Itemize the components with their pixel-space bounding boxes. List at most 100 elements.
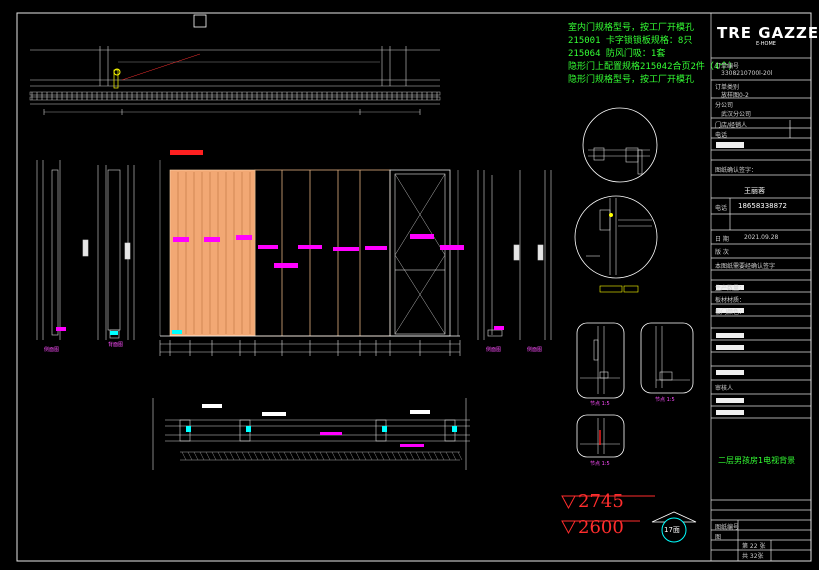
drawing-line bbox=[439, 451, 445, 461]
left-side-views bbox=[36, 160, 135, 340]
section-badge-label: 17面 bbox=[664, 526, 680, 534]
drawing-line bbox=[325, 451, 331, 461]
drawing-line bbox=[379, 451, 385, 461]
date-label: 日 期 bbox=[715, 236, 729, 243]
store-label: 门店/经销人 bbox=[715, 122, 748, 129]
drawing-line bbox=[193, 451, 199, 461]
drawing-line bbox=[199, 451, 205, 461]
drawing-line bbox=[349, 451, 355, 461]
audit-label: 审核人 bbox=[715, 385, 734, 392]
detail-box-1 bbox=[576, 322, 625, 399]
phone-label: 电话 bbox=[715, 132, 728, 139]
detail-label-2: 节点 1:5 bbox=[655, 397, 675, 403]
version-label: 版 次 bbox=[715, 249, 729, 256]
order-value: 3308210700l-20l bbox=[721, 70, 773, 77]
confirm-label: 图纸确认签字： bbox=[715, 167, 758, 174]
total-label: 共 32张 bbox=[742, 553, 764, 560]
detail-circle-2-tag-b bbox=[623, 285, 639, 293]
view-label-right-side-2: 侧面图 bbox=[527, 347, 543, 353]
detail-circle-1-content bbox=[588, 147, 650, 175]
drawing-line bbox=[235, 451, 241, 461]
right-magenta-tag bbox=[494, 326, 504, 330]
level-2600: 2600 bbox=[578, 517, 624, 538]
drawing-line bbox=[229, 451, 235, 461]
logo: TRE GAZZE bbox=[717, 24, 819, 42]
detail-circle-2-marker bbox=[609, 213, 613, 217]
drawing-line bbox=[355, 451, 361, 461]
drawing-line bbox=[415, 451, 421, 461]
drawing-line bbox=[457, 451, 463, 461]
drawing-line bbox=[367, 451, 373, 461]
drawing-line bbox=[301, 451, 307, 461]
drawing-line bbox=[313, 451, 319, 461]
drawing-line bbox=[253, 451, 259, 461]
title-block-fills bbox=[716, 142, 744, 415]
company-value: 武汉分公司 bbox=[721, 111, 752, 118]
drawing-line bbox=[427, 451, 433, 461]
detail-circle-1 bbox=[582, 107, 658, 183]
detail-label-3: 节点 1:5 bbox=[590, 461, 610, 467]
note-line-2: 215001 卡字锁锁板规格：8只 bbox=[568, 36, 693, 46]
notice-value: 本图纸需要经确认签字 bbox=[715, 263, 776, 270]
bottom-plan-hatch bbox=[181, 451, 463, 461]
customer-value: 放样图0-2 bbox=[721, 92, 749, 99]
drawing-line bbox=[343, 451, 349, 461]
designer-value: 王丽蓉 bbox=[744, 187, 765, 195]
drawing-line bbox=[445, 451, 451, 461]
drawing-line bbox=[391, 451, 397, 461]
drawing-line bbox=[211, 451, 217, 461]
drawing-line bbox=[289, 451, 295, 461]
drawing-line bbox=[187, 451, 193, 461]
drawing-line bbox=[247, 451, 253, 461]
order-label: 订单编号 bbox=[715, 63, 740, 70]
material-label: 板材材质： bbox=[715, 297, 746, 304]
drawing-line bbox=[259, 451, 265, 461]
production-label: 生产数量： bbox=[715, 285, 746, 292]
right-side-views bbox=[477, 170, 552, 340]
drawing-line bbox=[361, 451, 367, 461]
drawing-line bbox=[409, 451, 415, 461]
color-label: 板门颜色： bbox=[715, 309, 746, 316]
drawing-line bbox=[403, 451, 409, 461]
note-line-3: 215064 防风门吸：1套 bbox=[568, 49, 666, 59]
detail-box-2-content bbox=[655, 326, 690, 388]
detail-circle-2-content bbox=[586, 198, 652, 275]
drawing-line bbox=[433, 451, 439, 461]
drawing-line bbox=[421, 451, 427, 461]
note-line-4: 隐形门上配置规格215042合页2件（4个） bbox=[568, 62, 738, 72]
view-label-left-side: 侧面图 bbox=[44, 347, 60, 353]
drawing-line bbox=[223, 451, 229, 461]
tel-label: 电话 bbox=[715, 205, 728, 212]
company-label: 分公司 bbox=[715, 102, 734, 109]
drawing-line bbox=[217, 451, 223, 461]
project-name: 二层男孩房1电视背景 bbox=[718, 456, 796, 465]
drawing-line bbox=[241, 451, 247, 461]
drawing-line bbox=[277, 451, 283, 461]
page-label: 第 22 张 bbox=[742, 543, 766, 550]
top-plan-ticks bbox=[31, 92, 438, 100]
drawing-line bbox=[373, 451, 379, 461]
drawing-line bbox=[181, 451, 187, 461]
logo-sub: E·HOME bbox=[756, 41, 776, 47]
detail-label-1: 节点 1:5 bbox=[590, 401, 610, 407]
drawing-no-label: 图纸编号 bbox=[715, 524, 740, 531]
detail-box-2 bbox=[640, 322, 694, 394]
left-cyan-tag bbox=[110, 331, 118, 335]
drawing-line bbox=[265, 451, 271, 461]
left-magenta-tag bbox=[56, 327, 66, 331]
drawing-line bbox=[283, 451, 289, 461]
red-header-bar bbox=[170, 150, 203, 155]
top-plan-hatch bbox=[29, 91, 441, 101]
drawing-line bbox=[385, 451, 391, 461]
cad-drawing-canvas bbox=[16, 12, 812, 562]
drawing-line bbox=[319, 451, 325, 461]
level-2745: 2745 bbox=[578, 491, 624, 512]
top-plan-section bbox=[30, 46, 440, 115]
drawing-line bbox=[397, 451, 403, 461]
tel-value: 18658338872 bbox=[738, 202, 787, 210]
detail-circle-2-tag bbox=[599, 285, 623, 293]
drawing-line bbox=[331, 451, 337, 461]
bottom-plan-tags bbox=[186, 404, 457, 447]
detail-box-1-content bbox=[580, 326, 620, 394]
view-label-left-back: 背面图 bbox=[108, 342, 124, 348]
